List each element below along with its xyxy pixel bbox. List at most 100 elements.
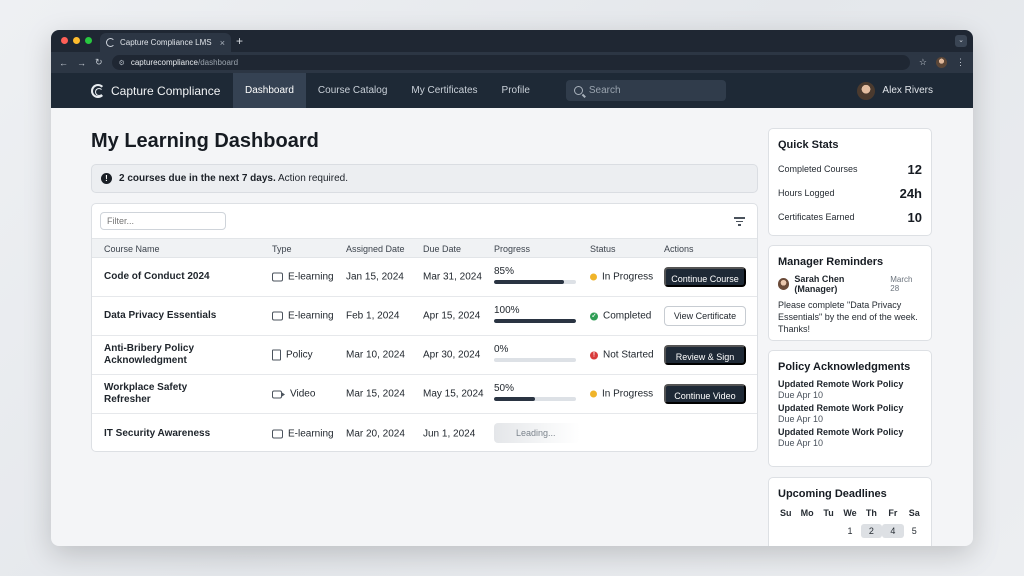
filter-icon[interactable] bbox=[734, 217, 745, 228]
progress-percent: 100% bbox=[494, 305, 520, 316]
stat-value: 24h bbox=[899, 185, 922, 201]
brand-name: Capture Compliance bbox=[111, 83, 221, 98]
browser-profile-avatar[interactable] bbox=[936, 57, 947, 68]
column-header-progress[interactable]: Progress bbox=[494, 244, 530, 254]
nav-my-certificates[interactable]: My Certificates bbox=[399, 73, 489, 108]
progress-bar bbox=[494, 319, 576, 323]
forward-icon[interactable]: → bbox=[77, 58, 86, 68]
reminder-message: Please complete "Data Privacy Essentials… bbox=[778, 300, 918, 334]
course-name[interactable]: IT Security Awareness bbox=[104, 428, 224, 440]
close-window-button[interactable] bbox=[61, 37, 68, 44]
course-name[interactable]: Anti-Bribery Policy Acknowledgment bbox=[104, 343, 224, 367]
course-type-label: E-learning bbox=[288, 310, 334, 322]
policy-title[interactable]: Updated Remote Work Policy bbox=[778, 403, 922, 413]
column-header-course-name[interactable]: Course Name bbox=[104, 244, 160, 254]
policy-item[interactable]: Updated Remote Work Policy Due Apr 10 bbox=[769, 427, 931, 451]
monitor-icon bbox=[272, 311, 283, 321]
view-certificate-button[interactable]: View Certificate bbox=[664, 306, 746, 326]
filter-input[interactable] bbox=[100, 212, 226, 230]
brand[interactable]: Capture Compliance bbox=[91, 83, 233, 98]
browser-menu-icon[interactable]: ⋮ bbox=[956, 57, 965, 68]
reload-icon[interactable]: ↻ bbox=[95, 57, 103, 68]
course-type: Policy bbox=[272, 349, 313, 361]
policy-due: Due Apr 10 bbox=[778, 438, 824, 448]
progress-percent: 0% bbox=[494, 344, 509, 355]
search-placeholder: Search bbox=[588, 85, 621, 96]
column-header-assigned-date[interactable]: Assigned Date bbox=[346, 244, 405, 254]
search-input[interactable]: Search bbox=[565, 80, 726, 101]
table-toolbar bbox=[92, 204, 757, 238]
status-badge: ! Not Started bbox=[590, 350, 654, 361]
continue-video-button[interactable]: Continue Video bbox=[664, 384, 746, 404]
calendar-day[interactable] bbox=[775, 524, 796, 538]
progress: 50% bbox=[494, 383, 576, 401]
calendar-day[interactable] bbox=[818, 524, 839, 538]
stat-row: Certificates Earned 10 bbox=[769, 205, 931, 229]
table-row[interactable]: Code of Conduct 2024 E-learning Jan 15, … bbox=[92, 258, 757, 297]
search-icon bbox=[573, 86, 583, 95]
course-name[interactable]: Code of Conduct 2024 bbox=[104, 271, 224, 283]
status-label: Not Started bbox=[603, 349, 654, 361]
url-field[interactable]: ⚙ capturecompliance/dashboard bbox=[111, 55, 910, 70]
window-controls bbox=[61, 37, 92, 44]
new-tab-button[interactable]: + bbox=[236, 34, 243, 48]
stat-label: Completed Courses bbox=[778, 164, 858, 174]
browser-tab[interactable]: Capture Compliance LMS × bbox=[100, 33, 231, 52]
policy-acknowledgments-card: Policy Acknowledgments Updated Remote Wo… bbox=[768, 350, 932, 467]
weekday-label: Th bbox=[865, 508, 877, 518]
column-header-type[interactable]: Type bbox=[272, 244, 292, 254]
policy-title[interactable]: Updated Remote Work Policy bbox=[778, 379, 922, 389]
page-title: My Learning Dashboard bbox=[91, 130, 319, 152]
continue-course-button[interactable]: Continue Course bbox=[664, 267, 746, 287]
calendar-day-highlighted[interactable]: 4 bbox=[882, 524, 904, 538]
stat-row: Hours Logged 24h bbox=[769, 181, 931, 205]
status-badge: ✓ Completed bbox=[590, 311, 651, 322]
course-type-label: E-learning bbox=[288, 271, 334, 283]
due-date: Apr 15, 2024 bbox=[423, 310, 481, 322]
maximize-window-button[interactable] bbox=[85, 37, 92, 44]
progress-bar-fill bbox=[494, 280, 564, 284]
back-icon[interactable]: ← bbox=[59, 58, 68, 68]
policy-title[interactable]: Updated Remote Work Policy bbox=[778, 427, 922, 437]
stat-row: Completed Courses 12 bbox=[769, 157, 931, 181]
nav-profile[interactable]: Profile bbox=[490, 73, 542, 108]
assigned-date: Mar 20, 2024 bbox=[346, 428, 405, 439]
calendar-day-highlighted[interactable]: 2 bbox=[860, 524, 883, 538]
monitor-icon bbox=[272, 272, 283, 282]
status-label: Completed bbox=[603, 310, 652, 322]
status-badge: In Progress bbox=[590, 389, 653, 400]
nav-dashboard[interactable]: Dashboard bbox=[233, 73, 306, 108]
course-name[interactable]: Workplace Safety Refresher bbox=[104, 382, 224, 406]
column-header-status[interactable]: Status bbox=[590, 244, 616, 254]
bookmark-star-icon[interactable]: ☆ bbox=[919, 57, 927, 68]
column-header-due-date[interactable]: Due Date bbox=[423, 244, 461, 254]
course-type-label: Policy bbox=[286, 349, 313, 361]
table-row[interactable]: Data Privacy Essentials E-learning Feb 1… bbox=[92, 297, 757, 336]
url-text: capturecompliance/dashboard bbox=[131, 58, 238, 67]
user-menu[interactable]: Alex Rivers bbox=[857, 73, 933, 108]
favicon-icon bbox=[106, 38, 115, 47]
calendar-day[interactable]: 5 bbox=[904, 524, 925, 538]
due-alert: ! 2 courses due in the next 7 days. Acti… bbox=[91, 164, 758, 193]
progress-bar-fill bbox=[494, 319, 576, 323]
site-info-icon[interactable]: ⚙ bbox=[119, 59, 125, 67]
status-label: In Progress bbox=[602, 271, 654, 283]
tab-search-icon[interactable]: ⌄ bbox=[955, 35, 967, 47]
policy-item[interactable]: Updated Remote Work Policy Due Apr 10 bbox=[769, 403, 931, 427]
table-row[interactable]: Workplace Safety Refresher Video Mar 15,… bbox=[92, 375, 757, 414]
progress: 85% bbox=[494, 266, 576, 284]
assigned-date: Feb 1, 2024 bbox=[346, 310, 400, 322]
table-row[interactable]: IT Security Awareness E-learning Mar 20,… bbox=[92, 414, 757, 451]
video-icon bbox=[272, 390, 285, 398]
status-dot-icon bbox=[590, 273, 597, 281]
policy-item[interactable]: Updated Remote Work Policy Due Apr 10 bbox=[769, 379, 931, 403]
review-sign-button[interactable]: Review & Sign bbox=[664, 345, 746, 365]
minimize-window-button[interactable] bbox=[73, 37, 80, 44]
tab-close-icon[interactable]: × bbox=[220, 38, 225, 48]
course-name[interactable]: Data Privacy Essentials bbox=[104, 310, 224, 322]
table-row[interactable]: Anti-Bribery Policy Acknowledgment Polic… bbox=[92, 336, 757, 375]
calendar-day[interactable] bbox=[796, 524, 817, 538]
calendar-day[interactable]: 1 bbox=[839, 524, 860, 538]
nav-course-catalog[interactable]: Course Catalog bbox=[306, 73, 399, 108]
assigned-date: Mar 15, 2024 bbox=[346, 388, 405, 400]
